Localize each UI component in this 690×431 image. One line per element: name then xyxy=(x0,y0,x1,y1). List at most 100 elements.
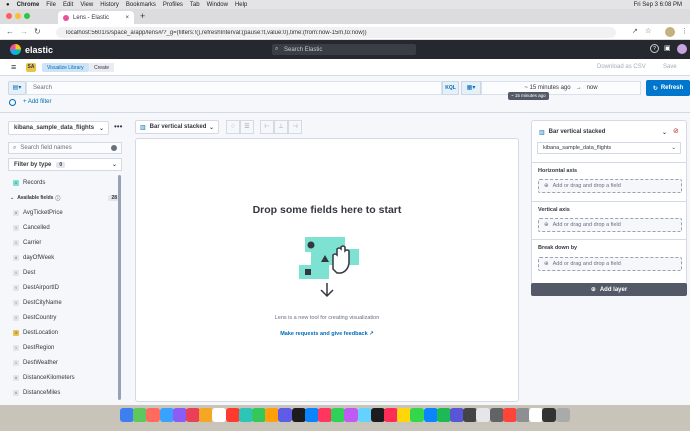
field-item[interactable]: ⊕ DestLocation xyxy=(8,325,116,340)
profile-avatar[interactable] xyxy=(665,27,675,37)
refresh-button[interactable]: ↻ Refresh xyxy=(646,80,690,96)
dock-app-icon[interactable] xyxy=(120,408,134,422)
browser-tab[interactable]: Lens - Elastic × xyxy=(58,11,134,24)
y-axis-right-icon[interactable]: ⊣ xyxy=(288,120,302,134)
dock-app-icon[interactable] xyxy=(344,408,359,422)
clear-icon[interactable] xyxy=(111,145,117,151)
brush-icon[interactable]: ♢ xyxy=(226,120,240,134)
apple-icon[interactable]: ● xyxy=(6,2,10,8)
y-axis-left-icon[interactable]: ⊥ xyxy=(274,120,288,134)
add-layer-button[interactable]: ⊕ Add layer xyxy=(531,283,687,296)
field-search-input[interactable]: ⌕ Search field names xyxy=(8,142,122,154)
feedback-link[interactable]: Make requests and give feedback ↗ xyxy=(136,331,518,337)
chrome-menu-icon[interactable]: ⋮ xyxy=(681,27,688,35)
vertical-axis-dropzone[interactable]: ⊕ Add or drag and drop a field xyxy=(538,218,682,232)
field-list-scrollbar[interactable] xyxy=(118,175,121,400)
space-avatar[interactable]: SA xyxy=(26,63,36,72)
address-bar[interactable]: localhost:5601/s/space_a/app/lens#/?_g=(… xyxy=(56,27,616,38)
field-item[interactable]: # dayOfWeek xyxy=(8,250,116,265)
menu-history[interactable]: History xyxy=(100,2,119,8)
field-item[interactable]: t DestWeather xyxy=(8,355,116,370)
field-item[interactable]: t DestCityName xyxy=(8,295,116,310)
dock-app-icon[interactable] xyxy=(304,408,319,422)
dock-app-icon[interactable] xyxy=(172,408,187,422)
menu-window[interactable]: Window xyxy=(207,2,228,8)
search-bar-input[interactable]: Search xyxy=(26,81,442,95)
close-window-button[interactable] xyxy=(6,13,12,19)
field-item[interactable]: t DestAirportID xyxy=(8,280,116,295)
dock-app-icon[interactable] xyxy=(133,408,148,422)
save-link[interactable]: Save xyxy=(663,64,677,70)
index-options-icon[interactable]: ••• xyxy=(114,122,122,131)
dock-app-icon[interactable] xyxy=(476,408,491,422)
menu-profiles[interactable]: Profiles xyxy=(163,2,183,8)
dock-app-icon[interactable] xyxy=(199,408,214,422)
menu-edit[interactable]: Edit xyxy=(63,2,73,8)
breadcrumb-visualize-library[interactable]: Visualize Library xyxy=(42,63,89,72)
kql-button[interactable]: KQL xyxy=(442,81,459,95)
filter-by-type-button[interactable]: Filter by type 0 ⌄ xyxy=(8,158,122,171)
saved-query-button[interactable]: ▤▾ xyxy=(8,81,26,95)
menu-view[interactable]: View xyxy=(80,2,93,8)
time-from[interactable]: ~ 15 minutes ago xyxy=(524,85,570,91)
field-item[interactable]: # DistanceMiles xyxy=(8,385,116,400)
dock-app-icon[interactable] xyxy=(238,408,253,422)
user-avatar[interactable] xyxy=(677,44,687,54)
lens-workspace-dropzone[interactable]: Drop some fields here to start Lens is a… xyxy=(135,138,519,402)
dock-app-icon[interactable] xyxy=(318,408,332,422)
field-item[interactable]: t Dest xyxy=(8,265,116,280)
dock-app-icon[interactable] xyxy=(450,408,464,422)
dock-app-icon[interactable] xyxy=(463,408,478,422)
dock-app-icon[interactable] xyxy=(370,408,385,422)
menu-tab[interactable]: Tab xyxy=(190,2,200,8)
dock-app-icon[interactable] xyxy=(331,408,346,422)
chart-switch-button[interactable]: ▥ Bar vertical stacked ⌄ xyxy=(135,120,219,134)
dock-app-icon[interactable] xyxy=(542,408,557,422)
dock-app-icon[interactable] xyxy=(489,408,504,422)
dock-app-icon[interactable] xyxy=(423,408,438,422)
dock-app-icon[interactable] xyxy=(502,408,517,422)
news-icon[interactable]: ▣ xyxy=(664,44,671,52)
dock-app-icon[interactable] xyxy=(252,408,266,422)
menu-chrome[interactable]: Chrome xyxy=(17,2,40,8)
dock-app-icon[interactable] xyxy=(397,408,412,422)
field-item[interactable]: # DistanceKilometers xyxy=(8,370,116,385)
available-fields-header[interactable]: ⌄ Available fields ⓘ 28 xyxy=(10,192,122,204)
dock-app-icon[interactable] xyxy=(436,408,451,422)
close-tab-icon[interactable]: × xyxy=(125,15,129,21)
dock-app-icon[interactable] xyxy=(278,408,293,422)
dock-app-icon[interactable] xyxy=(410,408,425,422)
dock-app-icon[interactable] xyxy=(516,408,530,422)
field-item[interactable]: t DestRegion xyxy=(8,340,116,355)
dock-app-icon[interactable] xyxy=(159,408,174,422)
forward-icon[interactable]: → xyxy=(20,27,28,36)
reload-icon[interactable]: ↻ xyxy=(34,27,41,36)
dock-app-icon[interactable] xyxy=(212,408,227,422)
horizontal-axis-dropzone[interactable]: ⊕ Add or drag and drop a field xyxy=(538,179,682,193)
field-records[interactable]: # Records xyxy=(8,175,114,190)
dock-app-icon[interactable] xyxy=(225,408,240,422)
dock-app-icon[interactable] xyxy=(555,408,570,422)
hamburger-menu-icon[interactable]: ≡ xyxy=(11,62,16,72)
time-to[interactable]: now xyxy=(587,85,598,91)
breakdown-dropzone[interactable]: ⊕ Add or drag and drop a field xyxy=(538,257,682,271)
share-icon[interactable]: ↗ xyxy=(632,27,638,35)
dock-app-icon[interactable] xyxy=(384,408,398,422)
menu-bookmarks[interactable]: Bookmarks xyxy=(126,2,156,8)
global-search-input[interactable]: ⌕ Search Elastic xyxy=(272,44,416,55)
dock-app-icon[interactable] xyxy=(357,408,372,422)
legend-icon[interactable]: ☰ xyxy=(240,120,254,134)
date-quick-menu-button[interactable]: ▦▾ xyxy=(461,81,481,95)
new-tab-button[interactable]: + xyxy=(140,11,145,21)
field-item[interactable]: # AvgTicketPrice xyxy=(8,205,116,220)
menu-file[interactable]: File xyxy=(46,2,56,8)
help-icon[interactable]: ? xyxy=(650,44,659,53)
field-item[interactable]: t Carrier xyxy=(8,235,116,250)
dock-app-icon[interactable] xyxy=(265,408,280,422)
filter-options-icon[interactable] xyxy=(9,99,16,106)
field-item[interactable]: t Cancelled xyxy=(8,220,116,235)
dock-app-icon[interactable] xyxy=(146,408,161,422)
zoom-window-button[interactable] xyxy=(24,13,30,19)
back-icon[interactable]: ← xyxy=(6,27,14,36)
index-pattern-select[interactable]: kibana_sample_data_flights ⌄ xyxy=(8,121,109,135)
